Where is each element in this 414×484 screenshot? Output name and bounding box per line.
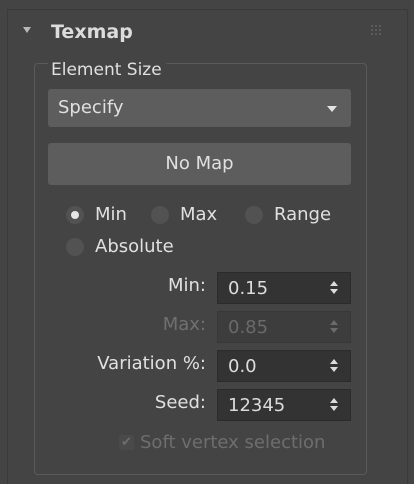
radio-min-indicator[interactable] [66,206,84,224]
radio-max-label: Max [180,204,218,225]
soft-vertex-selection-label: Soft vertex selection [140,432,326,453]
min-value[interactable]: 0.15 [228,278,268,300]
seed-label: Seed: [154,392,206,413]
min-spinner[interactable]: 0.15 [217,272,351,304]
soft-vertex-selection-checkbox: ✔ [119,435,134,450]
variation-label: Variation %: [97,353,206,374]
variation-value[interactable]: 0.0 [228,356,257,378]
radio-max-indicator[interactable] [151,206,169,224]
checkmark-icon: ✔ [121,435,132,450]
max-label: Max: [162,314,206,335]
seed-value[interactable]: 12345 [228,395,285,417]
min-label: Min: [167,275,206,296]
rollout-title: Texmap [51,21,133,43]
radio-absolute-label: Absolute [95,236,174,257]
spinner-arrows-icon[interactable] [330,281,338,295]
max-spinner: 0.85 [217,311,351,343]
collapse-arrow-icon[interactable] [23,27,31,33]
rollout-header[interactable]: Texmap [8,10,407,50]
radio-range-label: Range [274,204,332,225]
grip-icon[interactable] [371,25,381,35]
variation-spinner[interactable]: 0.0 [217,350,351,382]
radio-min-label: Min [95,204,127,225]
spinner-arrows-icon[interactable] [330,359,338,373]
spinner-arrows-icon [330,320,338,334]
max-value: 0.85 [228,317,269,338]
dropdown-selected-value: Specify [58,97,124,118]
radio-absolute-indicator[interactable] [66,238,84,256]
no-map-button[interactable]: No Map [48,143,351,185]
element-size-group-label: Element Size [48,59,166,81]
dropdown-arrow-icon [327,106,337,112]
seed-spinner[interactable]: 12345 [217,389,351,421]
radio-range-indicator[interactable] [245,206,263,224]
spinner-arrows-icon[interactable] [330,398,338,412]
element-size-dropdown[interactable]: Specify [48,89,351,127]
